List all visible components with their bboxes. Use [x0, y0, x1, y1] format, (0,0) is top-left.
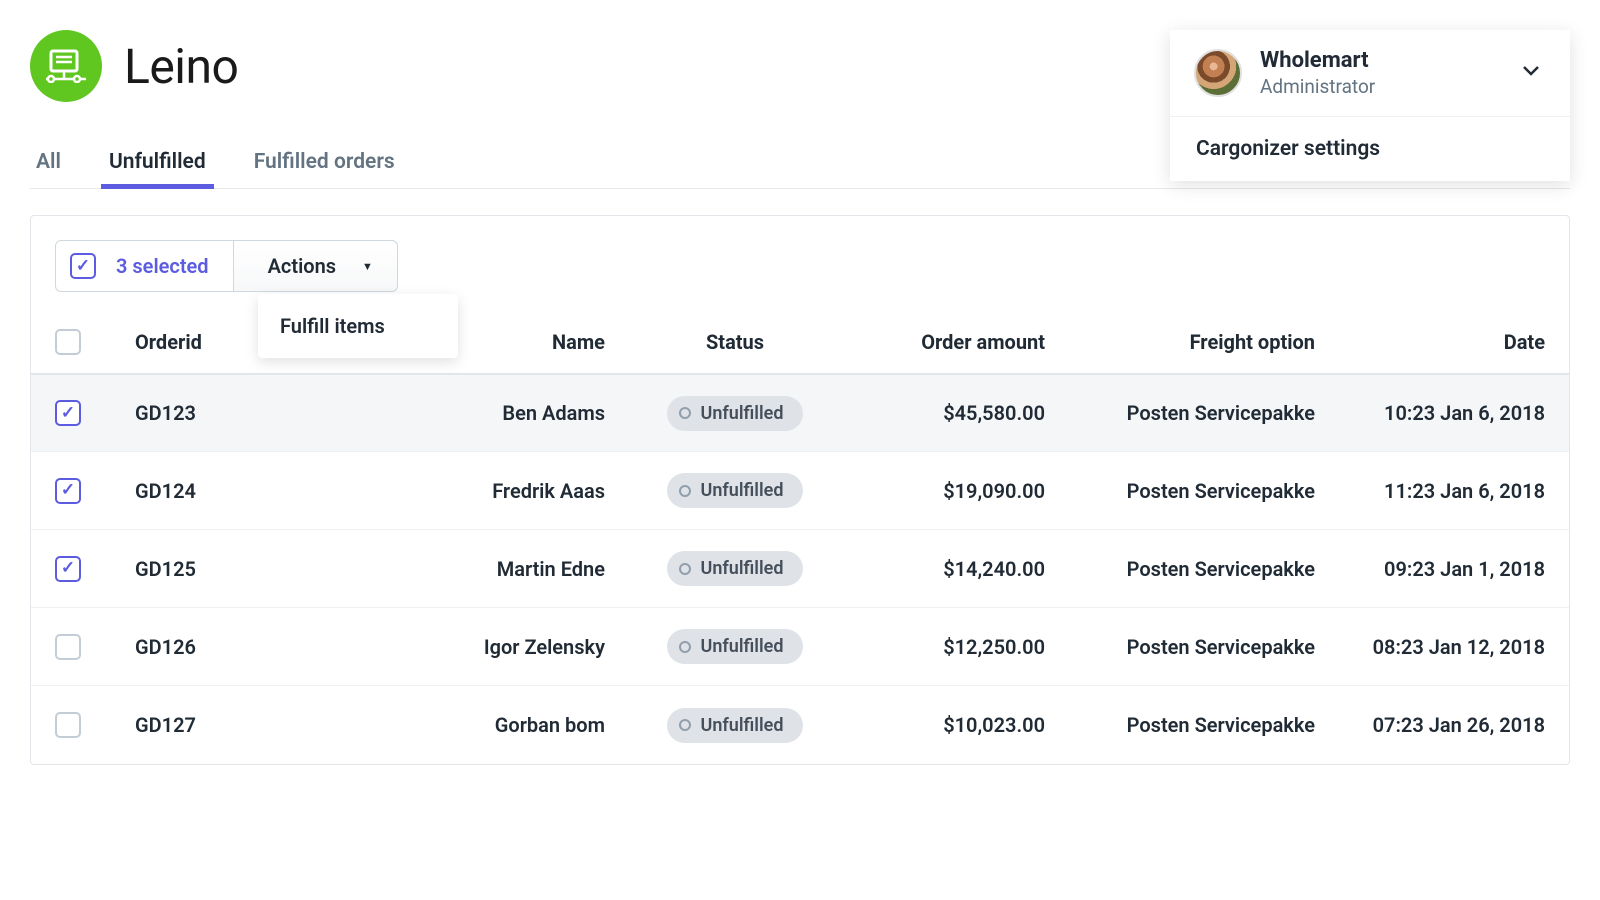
cell-date: 08:23 Jan 12, 2018: [1315, 635, 1545, 659]
cell-date: 07:23 Jan 26, 2018: [1315, 713, 1545, 737]
status-dot-icon: [679, 407, 691, 419]
status-badge: Unfulfilled: [667, 473, 804, 508]
user-menu-header[interactable]: Wholemart Administrator: [1170, 30, 1570, 116]
row-checkbox[interactable]: [55, 556, 81, 582]
row-checkbox[interactable]: [55, 634, 81, 660]
cell-name: Gorban bom: [415, 713, 635, 737]
actions-menu: Fulfill items: [258, 294, 458, 358]
status-dot-icon: [679, 641, 691, 653]
cell-orderid: GD126: [135, 635, 415, 659]
tab-all[interactable]: All: [32, 142, 65, 188]
status-dot-icon: [679, 563, 691, 575]
table-row[interactable]: GD124 Fredrik Aaas Unfulfilled $19,090.0…: [31, 452, 1569, 530]
status-dot-icon: [679, 719, 691, 731]
user-org: Wholemart: [1260, 48, 1504, 73]
cell-freight: Posten Servicepakke: [1055, 557, 1315, 581]
th-amount: Order amount: [835, 330, 1055, 354]
cell-orderid: GD125: [135, 557, 415, 581]
select-all-checkbox[interactable]: [70, 253, 96, 279]
user-menu[interactable]: Wholemart Administrator Cargonizer setti…: [1170, 30, 1570, 181]
th-date: Date: [1315, 330, 1545, 354]
cell-amount: $45,580.00: [835, 401, 1055, 425]
table-row[interactable]: GD123 Ben Adams Unfulfilled $45,580.00 P…: [31, 374, 1569, 452]
tab-fulfilled-orders[interactable]: Fulfilled orders: [250, 142, 399, 188]
row-checkbox[interactable]: [55, 400, 81, 426]
cell-freight: Posten Servicepakke: [1055, 713, 1315, 737]
cell-orderid: GD127: [135, 713, 415, 737]
cell-name: Martin Edne: [415, 557, 635, 581]
cell-freight: Posten Servicepakke: [1055, 401, 1315, 425]
row-checkbox[interactable]: [55, 478, 81, 504]
user-info: Wholemart Administrator: [1260, 48, 1504, 98]
status-badge: Unfulfilled: [667, 551, 804, 586]
caret-down-icon: ▼: [362, 260, 373, 273]
cell-amount: $14,240.00: [835, 557, 1055, 581]
cell-orderid: GD124: [135, 479, 415, 503]
brand: Leino: [30, 30, 238, 102]
avatar: [1194, 49, 1242, 97]
table-row[interactable]: GD127 Gorban bom Unfulfilled $10,023.00 …: [31, 686, 1569, 764]
app-logo-icon: [30, 30, 102, 102]
user-menu-item-cargonizer-settings[interactable]: Cargonizer settings: [1170, 116, 1570, 181]
cell-name: Ben Adams: [415, 401, 635, 425]
app-name: Leino: [124, 38, 238, 95]
cell-amount: $12,250.00: [835, 635, 1055, 659]
cell-date: 09:23 Jan 1, 2018: [1315, 557, 1545, 581]
chevron-down-icon: [1522, 65, 1546, 81]
cell-orderid: GD123: [135, 401, 415, 425]
selection-summary[interactable]: 3 selected: [55, 240, 234, 292]
table-row[interactable]: GD126 Igor Zelensky Unfulfilled $12,250.…: [31, 608, 1569, 686]
th-freight: Freight option: [1055, 330, 1315, 354]
header-checkbox[interactable]: [55, 329, 81, 355]
cell-freight: Posten Servicepakke: [1055, 635, 1315, 659]
status-badge: Unfulfilled: [667, 629, 804, 664]
cell-name: Igor Zelensky: [415, 635, 635, 659]
selection-count-label: 3 selected: [116, 254, 209, 278]
cell-amount: $19,090.00: [835, 479, 1055, 503]
cell-date: 10:23 Jan 6, 2018: [1315, 401, 1545, 425]
user-role: Administrator: [1260, 75, 1504, 98]
table-row[interactable]: GD125 Martin Edne Unfulfilled $14,240.00…: [31, 530, 1569, 608]
tab-unfulfilled[interactable]: Unfulfilled: [105, 142, 210, 188]
cell-date: 11:23 Jan 6, 2018: [1315, 479, 1545, 503]
cell-freight: Posten Servicepakke: [1055, 479, 1315, 503]
row-checkbox[interactable]: [55, 712, 81, 738]
toolbar: 3 selected Actions ▼ Fulfill items: [31, 216, 1569, 310]
cell-name: Fredrik Aaas: [415, 479, 635, 503]
status-dot-icon: [679, 485, 691, 497]
th-status: Status: [635, 330, 835, 354]
actions-button[interactable]: Actions ▼: [234, 240, 398, 292]
orders-panel: 3 selected Actions ▼ Fulfill items Order…: [30, 215, 1570, 765]
status-badge: Unfulfilled: [667, 396, 804, 431]
actions-label: Actions: [268, 254, 336, 278]
status-badge: Unfulfilled: [667, 708, 804, 743]
cell-amount: $10,023.00: [835, 713, 1055, 737]
actions-menu-item-fulfill[interactable]: Fulfill items: [258, 300, 458, 352]
